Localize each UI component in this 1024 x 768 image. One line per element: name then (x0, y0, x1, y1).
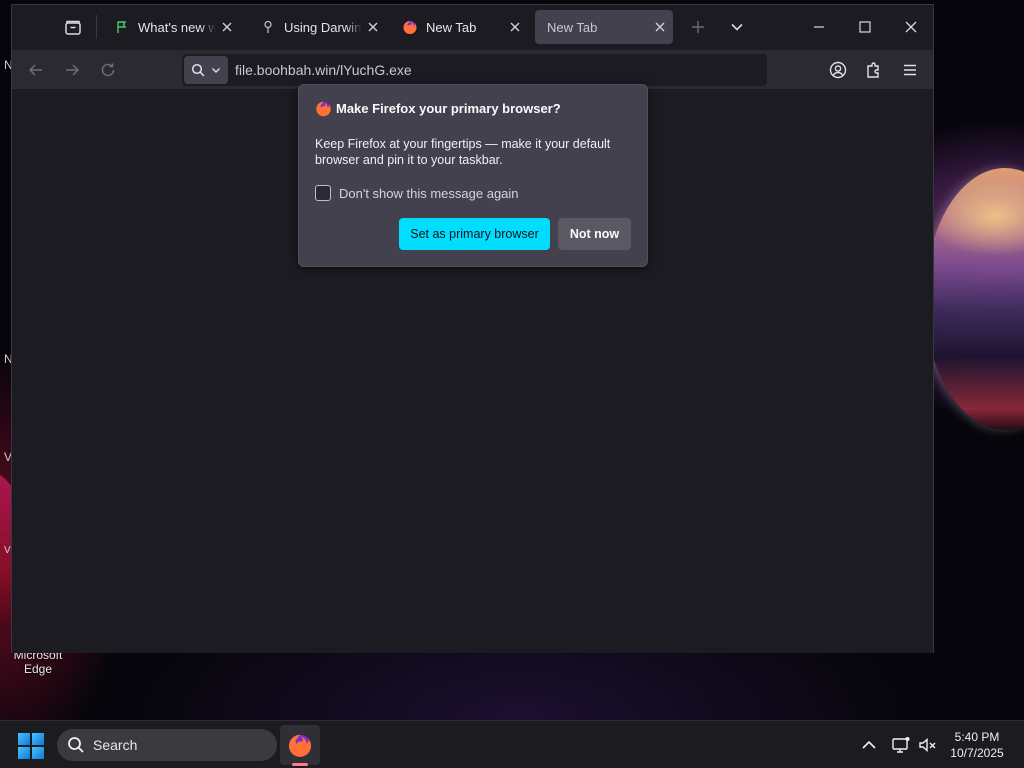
close-icon[interactable] (649, 16, 671, 38)
taskbar-firefox-button[interactable] (280, 725, 320, 765)
tab-whats-new[interactable]: What's new with (102, 10, 240, 44)
tab-using-darwinoc[interactable]: Using DarwinOC (248, 10, 386, 44)
tab-new-tab[interactable]: New Tab (390, 10, 528, 44)
windows-logo-pane (18, 747, 30, 759)
puzzle-icon (867, 62, 879, 78)
windows-logo-pane (32, 747, 44, 759)
tab-title: New Tab (426, 19, 477, 35)
extensions-button[interactable] (862, 58, 886, 82)
tab-title: Using DarwinOC (284, 19, 362, 35)
taskbar-search-box[interactable]: Search (57, 729, 277, 761)
search-engine-button[interactable] (184, 56, 228, 84)
close-icon[interactable] (362, 16, 384, 38)
volume-button[interactable] (917, 735, 937, 755)
firefox-view-icon (65, 20, 81, 35)
tab-new-tab-active[interactable]: New Tab (535, 10, 673, 44)
dont-show-again-row[interactable]: Don't show this message again (315, 185, 519, 201)
firefox-icon (288, 734, 312, 757)
clock-date: 10/7/2025 (950, 746, 1004, 760)
url-bar[interactable]: file.boohbah.win/lYuchG.exe (182, 54, 767, 86)
running-app-indicator (292, 763, 308, 766)
firefox-icon (402, 19, 418, 35)
dont-show-again-label[interactable]: Don't show this message again (339, 186, 519, 201)
chevron-up-icon (862, 740, 876, 749)
chevron-down-icon (212, 68, 220, 73)
wallpaper-orb (925, 168, 1024, 430)
maximize-button[interactable] (853, 13, 877, 41)
doorhanger-title: Make Firefox your primary browser? (336, 101, 561, 116)
system-clock[interactable]: 5:40 PM 10/7/2025 (944, 729, 1010, 761)
network-status-button[interactable] (891, 735, 911, 755)
desktop-icon-label-fragment[interactable]: V (4, 545, 11, 556)
tab-bar: What's new with Using DarwinOC New Tab (12, 5, 933, 50)
firefox-logo-icon (316, 101, 331, 117)
not-now-button[interactable]: Not now (558, 218, 631, 250)
account-icon (829, 61, 847, 79)
tab-title: What's new with (138, 19, 216, 35)
reload-icon (101, 63, 115, 77)
doorhanger-body: Keep Firefox at your fingertips — make i… (315, 137, 611, 167)
window-close-button[interactable] (899, 13, 923, 41)
start-button[interactable] (18, 733, 44, 759)
search-icon (67, 736, 85, 754)
volume-muted-icon (919, 737, 936, 753)
network-icon (892, 737, 910, 753)
clock-time: 5:40 PM (954, 730, 1000, 744)
maximize-icon (859, 21, 871, 33)
minimize-icon (814, 26, 824, 28)
flag-icon (114, 19, 130, 35)
doorhanger-header: Make Firefox your primary browser? (315, 100, 561, 117)
close-icon[interactable] (504, 16, 526, 38)
chevron-down-icon (731, 23, 743, 31)
new-tab-button[interactable] (686, 15, 710, 39)
taskbar-search-placeholder: Search (93, 737, 138, 753)
url-text[interactable]: file.boohbah.win/lYuchG.exe (235, 62, 412, 78)
taskbar: Search 5:40 PM 10/7/2025 (0, 720, 1024, 768)
reload-button[interactable] (96, 58, 120, 82)
tab-title: New Tab (547, 19, 598, 35)
search-icon (191, 63, 205, 77)
close-icon[interactable] (216, 16, 238, 38)
list-all-tabs-button[interactable] (725, 15, 749, 39)
minimize-button[interactable] (807, 13, 831, 41)
tab-separator (96, 15, 97, 39)
windows-logo-pane (18, 733, 30, 745)
firefox-view-button[interactable] (58, 14, 88, 42)
back-button[interactable] (24, 58, 48, 82)
close-icon (905, 21, 917, 33)
hamburger-menu-icon (904, 64, 916, 76)
account-button[interactable] (826, 58, 850, 82)
default-browser-doorhanger: Make Firefox your primary browser? Keep … (298, 84, 648, 267)
set-as-primary-browser-button[interactable]: Set as primary browser (399, 218, 550, 250)
dont-show-again-checkbox[interactable] (315, 185, 331, 201)
arrow-right-icon (66, 64, 80, 76)
forward-button[interactable] (60, 58, 84, 82)
show-hidden-icons-button[interactable] (860, 735, 878, 755)
plus-icon (692, 21, 704, 33)
windows-logo-pane (32, 733, 44, 745)
arrow-left-icon (28, 64, 42, 76)
app-menu-button[interactable] (898, 58, 922, 82)
pin-icon (260, 19, 276, 35)
